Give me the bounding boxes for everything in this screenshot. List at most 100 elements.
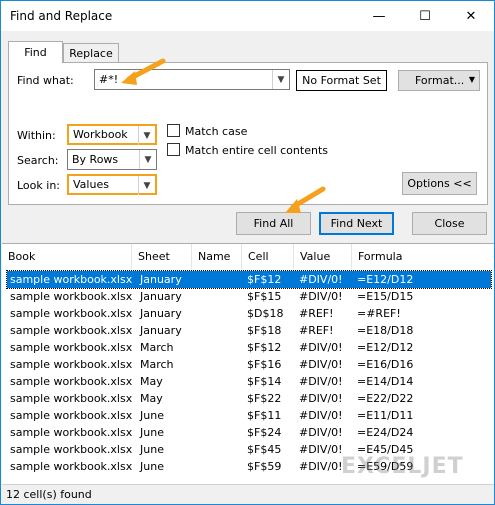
chevron-down-icon[interactable]: ▼	[138, 126, 155, 145]
column-header-formula-label: Formula	[358, 250, 403, 263]
table-row[interactable]: sample workbook.xlsx January $F$12 #DIV/0! =…	[6, 270, 492, 289]
exceljet-logo: EXCELJET	[341, 454, 464, 479]
minimize-icon[interactable]: —	[356, 1, 402, 31]
table-cell-formula: =E12/D12	[357, 273, 414, 286]
column-header-sheet[interactable]: Sheet	[132, 244, 192, 269]
table-cell-formula: =E22/D22	[357, 392, 414, 405]
column-header-cell[interactable]: Cell	[242, 244, 294, 269]
table-cell-formula: =E16/D16	[357, 358, 414, 371]
table-cell-sheet: January	[140, 324, 182, 337]
table-cell-cell: $F$22	[247, 392, 282, 405]
find-next-label: Find Next	[330, 217, 383, 230]
table-cell-formula: =E11/D11	[357, 409, 414, 422]
within-label: Within:	[17, 129, 56, 142]
table-row[interactable]: sample workbook.xlsx June $F$11 #DIV/0! =E11…	[7, 407, 491, 424]
table-cell-sheet: June	[140, 426, 164, 439]
tab-replace-label: Replace	[69, 47, 113, 60]
table-cell-sheet: January	[140, 307, 182, 320]
match-case-label: Match case	[185, 125, 248, 138]
find-next-button[interactable]: Find Next	[319, 212, 394, 235]
table-row[interactable]: sample workbook.xlsx January $F$15 #DIV/0! =…	[7, 288, 491, 305]
table-cell-value: #DIV/0!	[299, 426, 343, 439]
table-cell-value: #DIV/0!	[299, 341, 343, 354]
table-row[interactable]: sample workbook.xlsx May $F$22 #DIV/0! =E22/…	[7, 390, 491, 407]
table-row[interactable]: sample workbook.xlsx May $F$14 #DIV/0! =E14/…	[7, 373, 491, 390]
find-what-label: Find what:	[17, 74, 74, 87]
table-cell-cell: $F$11	[247, 409, 282, 422]
options-button-label: Options <<	[407, 177, 472, 190]
within-select[interactable]: Workbook ▼	[67, 124, 157, 145]
maximize-icon[interactable]: ☐	[402, 1, 448, 31]
chevron-down-icon[interactable]: ▼	[139, 150, 156, 169]
within-value: Workbook	[73, 128, 128, 141]
match-entire-label: Match entire cell contents	[185, 144, 328, 157]
format-button[interactable]: Format... ▼	[398, 70, 480, 91]
table-cell-sheet: June	[140, 443, 164, 456]
options-button[interactable]: Options <<	[402, 172, 477, 195]
chevron-down-icon[interactable]: ▼	[138, 176, 155, 195]
table-cell-value: #DIV/0!	[299, 392, 343, 405]
chevron-down-icon[interactable]: ▼	[272, 70, 289, 89]
close-button-label: Close	[434, 217, 465, 230]
tab-replace[interactable]: Replace	[63, 43, 119, 63]
chevron-down-icon: ▼	[468, 75, 475, 84]
window-title: Find and Replace	[10, 9, 113, 23]
table-cell-sheet: January	[140, 290, 182, 303]
table-row[interactable]: sample workbook.xlsx June $F$24 #DIV/0! =E24…	[7, 424, 491, 441]
table-cell-formula: =E14/D14	[357, 375, 414, 388]
column-header-name[interactable]: Name	[192, 244, 242, 269]
table-cell-cell: $F$12	[247, 341, 282, 354]
table-cell-cell: $F$45	[247, 443, 282, 456]
table-cell-cell: $F$15	[247, 290, 282, 303]
close-icon[interactable]: ✕	[448, 1, 494, 31]
table-row[interactable]: sample workbook.xlsx March $F$12 #DIV/0! =E1…	[7, 339, 491, 356]
results-list[interactable]: Book Sheet Name Cell Value Formula sampl…	[2, 243, 494, 484]
table-cell-book: sample workbook.xlsx	[10, 324, 133, 337]
column-header-formula[interactable]: Formula	[352, 244, 494, 269]
look-in-value: Values	[73, 178, 109, 191]
column-header-book-label: Book	[8, 250, 36, 263]
match-case-checkbox[interactable]	[167, 124, 180, 137]
table-cell-book: sample workbook.xlsx	[10, 392, 133, 405]
table-cell-cell: $F$14	[247, 375, 282, 388]
table-cell-sheet: May	[140, 375, 163, 388]
status-text: 12 cell(s) found	[6, 488, 92, 501]
table-cell-sheet: June	[140, 409, 164, 422]
match-entire-checkbox[interactable]	[167, 143, 180, 156]
table-cell-cell: $F$12	[247, 273, 282, 286]
column-header-value[interactable]: Value	[294, 244, 352, 269]
table-cell-cell: $F$59	[247, 460, 282, 473]
table-cell-value: #DIV/0!	[299, 443, 343, 456]
table-cell-book: sample workbook.xlsx	[10, 358, 133, 371]
table-row[interactable]: sample workbook.xlsx January $F$18 #REF! =E1…	[7, 322, 491, 339]
table-cell-value: #DIV/0!	[299, 290, 343, 303]
table-row[interactable]: sample workbook.xlsx March $F$16 #DIV/0! =E1…	[7, 356, 491, 373]
column-header-book[interactable]: Book	[2, 244, 132, 269]
tab-find[interactable]: Find	[8, 41, 63, 63]
search-select[interactable]: By Rows ▼	[67, 149, 157, 170]
table-cell-book: sample workbook.xlsx	[10, 375, 133, 388]
table-cell-book: sample workbook.xlsx	[10, 273, 133, 286]
search-label: Search:	[17, 154, 59, 167]
table-cell-formula: =E15/D15	[357, 290, 414, 303]
table-cell-sheet: January	[140, 273, 182, 286]
annotation-arrow-find-what	[121, 58, 166, 85]
table-cell-sheet: June	[140, 460, 164, 473]
find-all-label: Find All	[253, 217, 294, 230]
column-header-name-label: Name	[198, 250, 231, 263]
table-cell-cell: $F$24	[247, 426, 282, 439]
table-cell-book: sample workbook.xlsx	[10, 443, 133, 456]
table-cell-value: #DIV/0!	[299, 375, 343, 388]
table-cell-value: #REF!	[299, 324, 334, 337]
table-cell-formula: =E12/D12	[357, 341, 414, 354]
table-cell-cell: $D$18	[247, 307, 284, 320]
close-button[interactable]: Close	[412, 212, 487, 235]
column-header-cell-label: Cell	[248, 250, 269, 263]
find-what-value: #*!	[99, 73, 119, 86]
table-row[interactable]: sample workbook.xlsx January $D$18 #REF! =#R…	[7, 305, 491, 322]
look-in-select[interactable]: Values ▼	[67, 174, 157, 195]
search-value: By Rows	[72, 153, 119, 166]
format-status-text: No Format Set	[302, 74, 381, 87]
tab-find-label: Find	[24, 46, 47, 59]
find-replace-dialog: Find and Replace — ☐ ✕ Find Replace Find…	[0, 0, 495, 505]
